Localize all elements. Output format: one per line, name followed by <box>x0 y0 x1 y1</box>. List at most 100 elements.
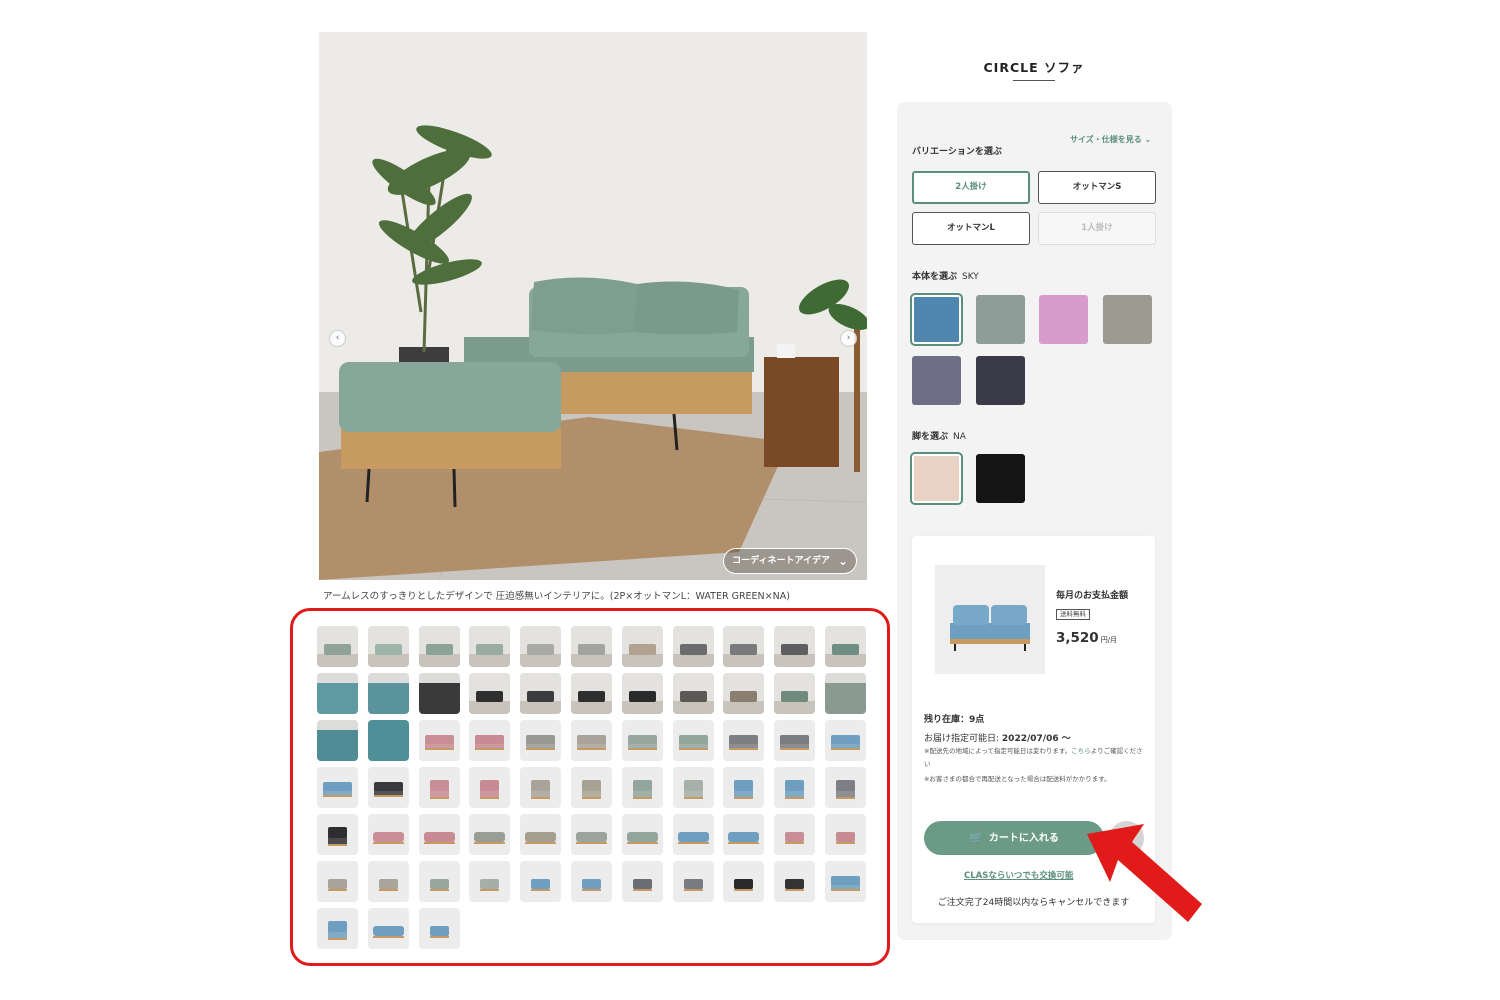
check-here-link[interactable]: こちら <box>1071 747 1091 755</box>
thumbnail[interactable] <box>774 673 816 714</box>
thumbnail[interactable] <box>621 673 663 714</box>
thumbnail[interactable] <box>672 767 714 808</box>
thumbnail[interactable] <box>672 861 714 902</box>
thumbnail[interactable] <box>520 720 562 761</box>
thumbnail[interactable] <box>317 626 358 667</box>
thumbnail[interactable] <box>367 720 409 761</box>
thumbnail[interactable] <box>418 861 460 902</box>
thumbnail[interactable] <box>824 814 866 855</box>
thumbnail[interactable] <box>367 767 409 808</box>
body-color-swatch[interactable] <box>975 356 1025 405</box>
body-color-swatch[interactable] <box>975 295 1025 344</box>
thumbnail[interactable] <box>469 673 511 714</box>
favorite-button[interactable] <box>1109 821 1144 856</box>
thumbnail[interactable] <box>317 908 358 949</box>
thumbnail[interactable] <box>672 720 714 761</box>
add-to-cart-button[interactable]: 🛒 カートに入れる <box>924 821 1104 855</box>
body-color-swatch[interactable] <box>1102 295 1152 344</box>
thumbnail[interactable] <box>723 673 765 714</box>
leg-color-swatch[interactable] <box>912 454 961 503</box>
exchange-anytime-link[interactable]: CLASならいつでも交換可能 <box>964 869 1073 881</box>
thumbnail[interactable] <box>367 908 409 949</box>
thumbnail[interactable] <box>723 720 765 761</box>
next-image-button[interactable]: › <box>840 330 857 347</box>
thumbnail[interactable] <box>621 861 663 902</box>
body-color-swatch[interactable] <box>912 295 961 344</box>
thumbnail[interactable] <box>520 861 562 902</box>
variation-option-2seater[interactable]: 2人掛け <box>912 171 1030 204</box>
leg-color-swatch[interactable] <box>975 454 1025 503</box>
thumbnail[interactable] <box>367 861 409 902</box>
monthly-payment-label: 毎月のお支払金額 <box>1056 591 1129 601</box>
thumbnail[interactable] <box>570 814 612 855</box>
thumbnail[interactable] <box>774 861 816 902</box>
thumbnail[interactable] <box>621 626 663 667</box>
thumbnail[interactable] <box>418 908 460 949</box>
thumbnail[interactable] <box>418 720 460 761</box>
thumbnail[interactable] <box>774 626 816 667</box>
body-color-swatch[interactable] <box>1039 295 1088 344</box>
thumbnail[interactable] <box>469 626 511 667</box>
product-page: ‹ › コーディネートアイデア ⌄ アームレスのすっきりとしたデザインで 圧迫感… <box>0 0 1500 1000</box>
thumbnail[interactable] <box>621 767 663 808</box>
body-color-swatch[interactable] <box>912 356 961 405</box>
thumbnail[interactable] <box>723 814 765 855</box>
thumbnail[interactable] <box>317 814 358 855</box>
title-divider <box>1013 80 1055 81</box>
thumbnail[interactable] <box>824 767 866 808</box>
thumbnail[interactable] <box>317 673 358 714</box>
selected-product-image <box>935 565 1045 674</box>
coordinate-idea-label: コーディネートアイデア <box>732 556 830 566</box>
thumbnail[interactable] <box>520 814 562 855</box>
delivery-date-label: お届け指定可能日: <box>924 734 1000 744</box>
thumbnail[interactable] <box>469 814 511 855</box>
thumbnail[interactable] <box>317 861 358 902</box>
thumbnail[interactable] <box>367 626 409 667</box>
thumbnail[interactable] <box>672 626 714 667</box>
thumbnail[interactable] <box>317 767 358 808</box>
thumbnail[interactable] <box>469 861 511 902</box>
thumbnail[interactable] <box>774 814 816 855</box>
thumbnail[interactable] <box>418 626 460 667</box>
thumbnail[interactable] <box>418 814 460 855</box>
sky-sofa-thumbnail <box>950 605 1030 651</box>
thumbnail[interactable] <box>824 861 866 902</box>
thumbnail[interactable] <box>672 673 714 714</box>
thumbnail[interactable] <box>418 673 460 714</box>
variation-option-ottoman-l[interactable]: オットマンL <box>912 212 1030 245</box>
thumbnail[interactable] <box>570 861 612 902</box>
thumbnail[interactable] <box>774 767 816 808</box>
prev-image-button[interactable]: ‹ <box>329 330 346 347</box>
thumbnail[interactable] <box>520 673 562 714</box>
coordinate-idea-button[interactable]: コーディネートアイデア ⌄ <box>723 548 857 574</box>
thumbnail[interactable] <box>672 814 714 855</box>
thumbnail[interactable] <box>824 720 866 761</box>
thumbnail[interactable] <box>824 673 866 714</box>
thumbnail[interactable] <box>621 720 663 761</box>
add-to-cart-label: カートに入れる <box>988 833 1059 844</box>
main-product-image[interactable]: ‹ › コーディネートアイデア ⌄ <box>319 32 867 580</box>
variation-option-ottoman-s[interactable]: オットマンS <box>1038 171 1156 204</box>
thumbnail[interactable] <box>570 720 612 761</box>
thumbnail[interactable] <box>774 720 816 761</box>
cart-icon: 🛒 <box>969 831 983 844</box>
thumbnail[interactable] <box>418 767 460 808</box>
thumbnail[interactable] <box>367 814 409 855</box>
thumbnail[interactable] <box>621 814 663 855</box>
thumbnail[interactable] <box>520 626 562 667</box>
thumbnail[interactable] <box>520 767 562 808</box>
leg-color-label: 脚を選ぶ NA <box>912 429 966 442</box>
thumbnail[interactable] <box>570 673 612 714</box>
monthly-price: 3,520 円/月 <box>1056 630 1117 646</box>
thumbnail[interactable] <box>317 720 358 761</box>
thumbnail[interactable] <box>824 626 866 667</box>
thumbnail[interactable] <box>723 767 765 808</box>
thumbnail[interactable] <box>570 767 612 808</box>
thumbnail[interactable] <box>367 673 409 714</box>
thumbnail[interactable] <box>469 767 511 808</box>
thumbnail[interactable] <box>570 626 612 667</box>
thumbnail[interactable] <box>723 626 765 667</box>
thumbnail[interactable] <box>723 861 765 902</box>
size-spec-link[interactable]: サイズ・仕様を見る ⌄ <box>1070 134 1151 145</box>
thumbnail[interactable] <box>469 720 511 761</box>
